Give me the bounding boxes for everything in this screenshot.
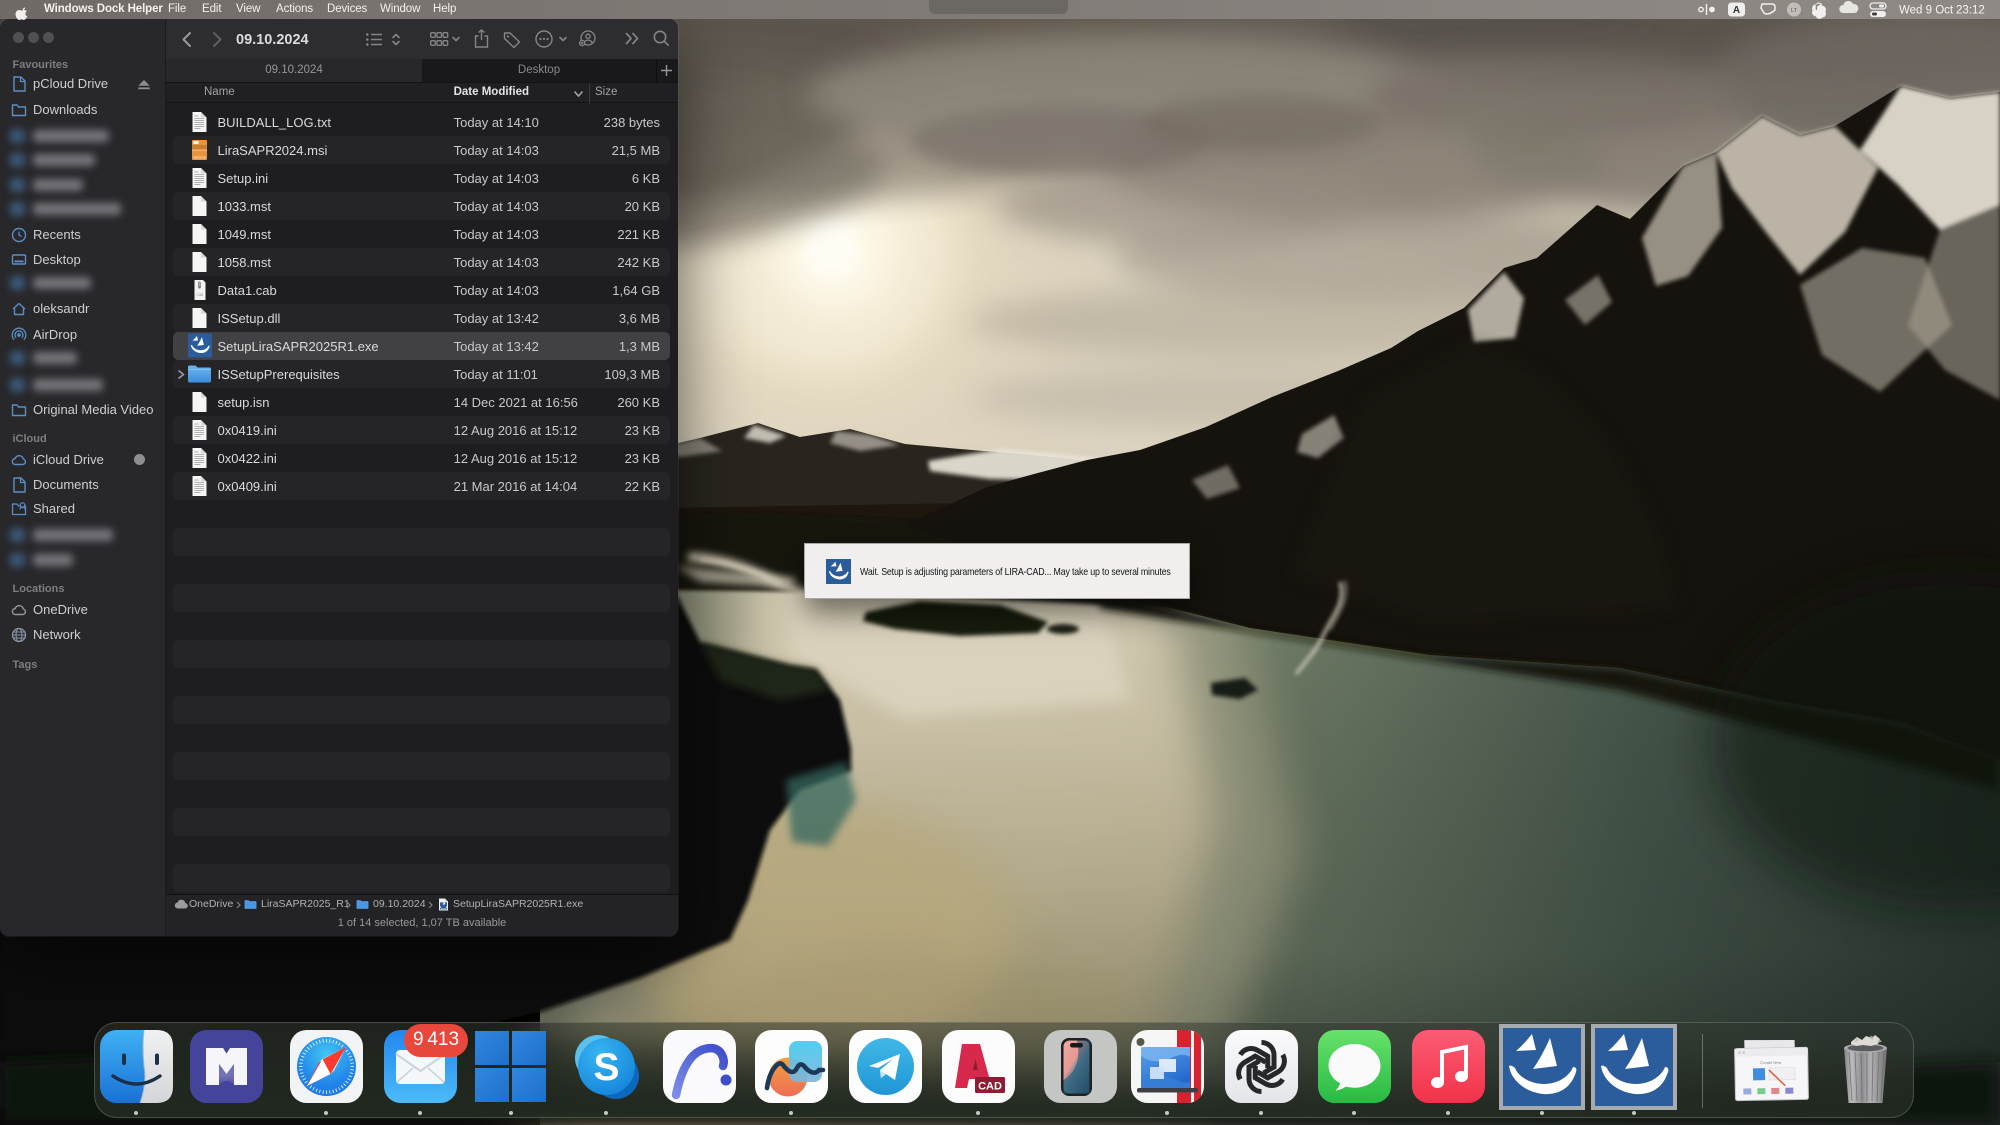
svg-text:S: S: [593, 1046, 619, 1089]
svg-text:ARCHIVE: ARCHIVE: [193, 155, 206, 159]
svg-text:LT: LT: [1791, 8, 1798, 14]
svg-text:23:12: 23:12: [1956, 5, 1985, 17]
svg-text:CAD: CAD: [978, 1081, 1002, 1093]
svg-text:CAB: CAB: [196, 293, 203, 297]
svg-text:Create New: Create New: [1760, 1060, 1781, 1065]
svg-text:Wed 9 Oct: Wed 9 Oct: [1899, 5, 1954, 17]
svg-text:A: A: [1733, 5, 1740, 16]
